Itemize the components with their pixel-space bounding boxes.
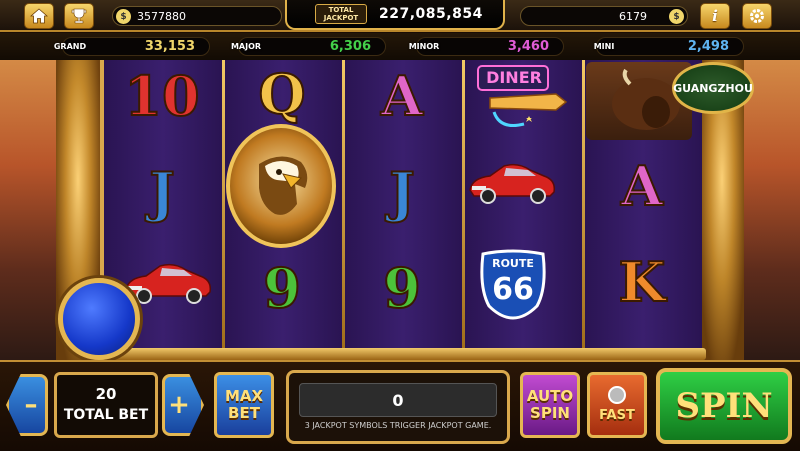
symbol-q: Q: [257, 61, 306, 127]
settings-button[interactable]: [742, 3, 772, 29]
dollar-coin-icon[interactable]: $: [669, 9, 684, 24]
minus-icon: –: [24, 390, 38, 420]
total-jackpot-value: 227,085,854: [379, 6, 483, 22]
win-value: 0: [299, 383, 497, 417]
eagle-icon: [259, 156, 308, 215]
eagle-jackpot-symbol: [226, 124, 336, 248]
trophy-icon: [71, 8, 87, 24]
plus-icon: +: [168, 390, 190, 420]
top-bar: $ 3577880 TOTAL JACKPOT 227,085,854 6179…: [0, 0, 800, 32]
reel-divider: [222, 60, 225, 352]
gear-icon: [750, 9, 764, 23]
red-car-symbol: [469, 163, 556, 204]
gem-balance-value: 6179: [619, 9, 647, 23]
home-button[interactable]: [24, 3, 54, 29]
decrease-bet-button[interactable]: –: [6, 374, 48, 436]
symbol-k: K: [618, 249, 667, 315]
spin-label: SPIN: [675, 386, 773, 426]
diner-sign-text: DINER: [486, 68, 542, 87]
fast-label: FAST: [599, 408, 635, 423]
jackpot-major: MAJOR 6,306: [231, 37, 386, 56]
reel-divider: [342, 60, 345, 352]
jackpot-grand: GRAND 33,153: [54, 37, 210, 56]
home-icon: [30, 8, 48, 24]
jackpot-minor-label: MINOR: [407, 34, 441, 58]
win-info-panel: 0 3 JACKPOT SYMBOLS TRIGGER JACKPOT GAME…: [286, 370, 510, 444]
symbol-j: J: [148, 159, 176, 225]
symbol-a: A: [620, 153, 664, 219]
jackpot-mini: MINI 2,498: [594, 37, 744, 56]
info-icon: i: [712, 7, 718, 25]
coin-icon: $: [116, 9, 131, 24]
route-66-symbol: ROUTE 66: [477, 248, 549, 320]
total-bet-display: 20 TOTAL BET: [54, 372, 158, 438]
control-panel: – 20 TOTAL BET + MAX BET 0 3 JACKPOT SYM…: [0, 360, 800, 451]
total-jackpot-logo: TOTAL JACKPOT: [315, 4, 367, 24]
diner-sign-symbol: DINER: [470, 64, 574, 134]
fast-button[interactable]: FAST: [587, 372, 647, 438]
max-bet-label: MAX BET: [224, 387, 264, 422]
info-message: 3 JACKPOT SYMBOLS TRIGGER JACKPOT GAME.: [304, 421, 492, 430]
auto-spin-button[interactable]: AUTO SPIN: [520, 372, 580, 438]
leaderboard-button[interactable]: [64, 3, 94, 29]
reel-divider: [462, 60, 465, 352]
jackpot-grand-value: 33,153: [144, 39, 195, 54]
symbol-9: 9: [262, 255, 302, 321]
route-label: ROUTE: [492, 257, 534, 270]
symbol-9: 9: [382, 255, 422, 321]
increase-bet-button[interactable]: +: [162, 374, 204, 436]
jackpot-major-label: MAJOR: [229, 34, 263, 58]
symbol-j: J: [388, 159, 416, 225]
total-bet-value: 20: [95, 385, 117, 403]
guangzhou-badge: GUANGZHOU: [672, 62, 754, 114]
bison-symbol: [586, 62, 692, 140]
reel-divider: [582, 60, 585, 352]
jackpot-mini-value: 2,498: [687, 39, 729, 54]
info-button[interactable]: i: [700, 3, 730, 29]
total-jackpot: TOTAL JACKPOT 227,085,854: [285, 0, 505, 30]
jackpot-major-value: 6,306: [329, 39, 371, 54]
reel-bottom-rail: [96, 348, 706, 360]
bison-icon: [612, 68, 680, 130]
auto-spin-label: AUTO SPIN: [526, 387, 574, 422]
spin-button[interactable]: SPIN: [656, 368, 792, 444]
jackpot-minor-value: 3,460: [507, 39, 549, 54]
blue-orb-button[interactable]: [58, 278, 140, 360]
coin-balance-value: 3577880: [137, 9, 186, 23]
jackpot-grand-label: GRAND: [53, 34, 87, 58]
fast-toggle-icon: [608, 386, 626, 404]
coin-balance: $ 3577880: [112, 6, 282, 26]
gem-balance: 6179 $: [520, 6, 688, 26]
route-number: 66: [492, 272, 534, 307]
jackpot-mini-label: MINI: [587, 34, 621, 58]
jackpot-minor: MINOR 3,460: [409, 37, 564, 56]
symbol-a: A: [380, 63, 424, 129]
total-bet-label: TOTAL BET: [63, 407, 149, 423]
max-bet-button[interactable]: MAX BET: [214, 372, 274, 438]
jackpot-row: GRAND 33,153 MAJOR 6,306 MINOR 3,460 MIN…: [0, 33, 800, 60]
symbol-10: 10: [123, 63, 200, 129]
